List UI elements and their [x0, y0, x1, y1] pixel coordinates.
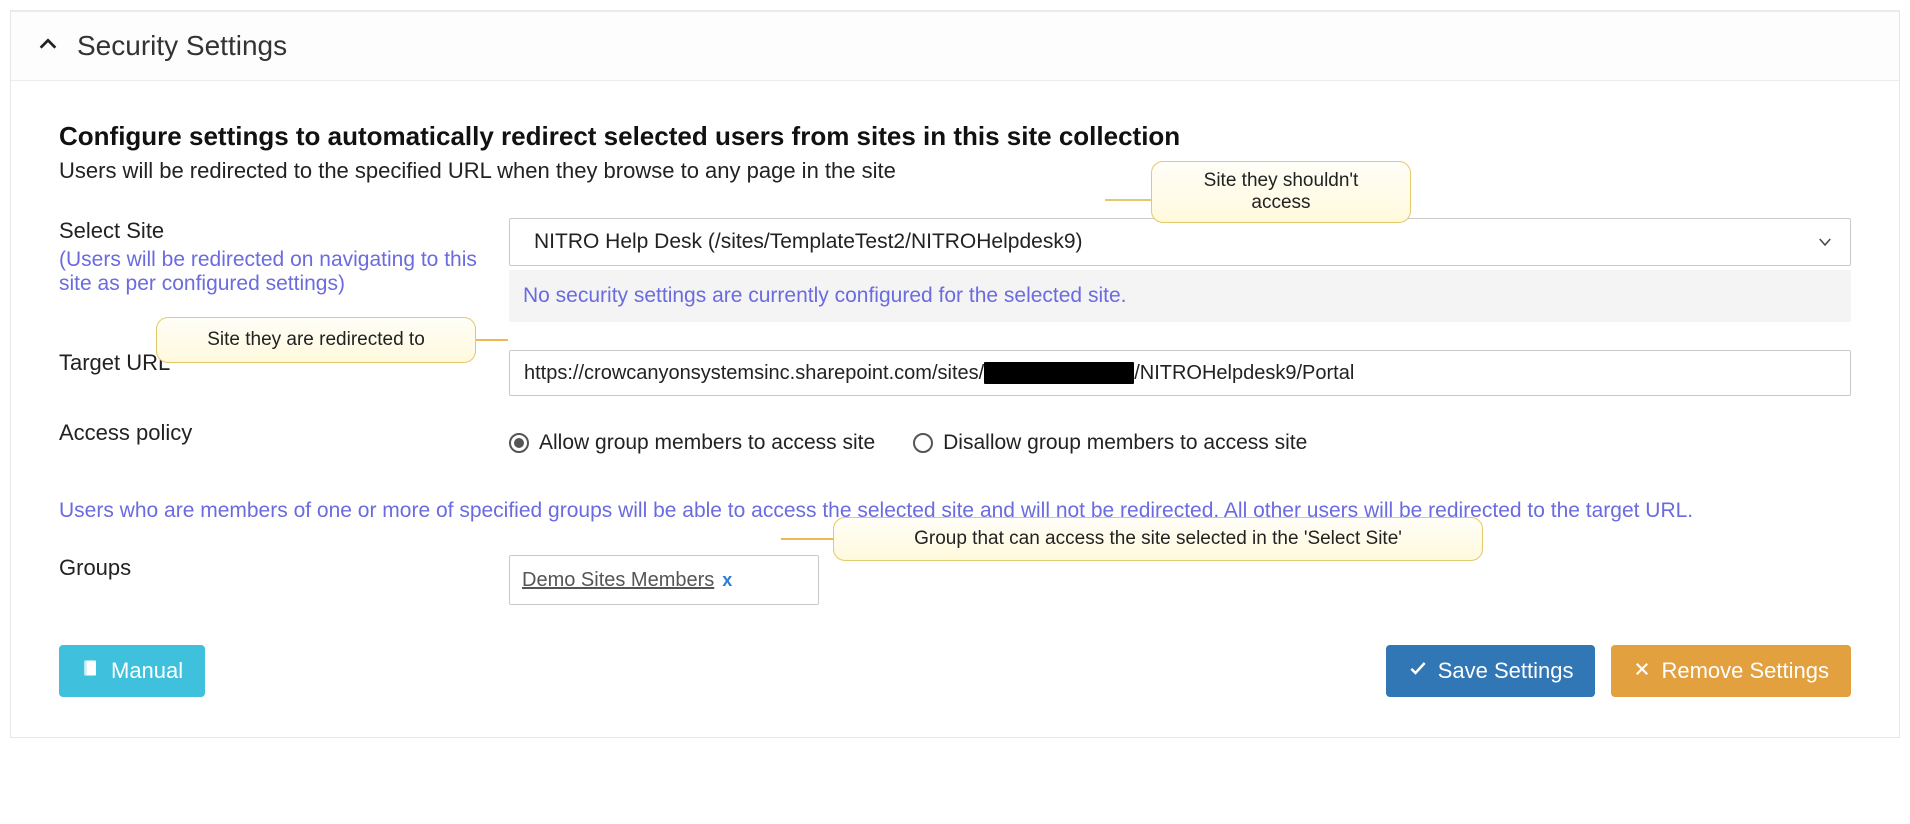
manual-button-label: Manual: [111, 658, 183, 684]
security-settings-panel: Security Settings Configure settings to …: [10, 10, 1900, 738]
target-url-redacted: [984, 362, 1134, 384]
save-button-label: Save Settings: [1438, 658, 1574, 684]
remove-group-icon[interactable]: x: [722, 570, 732, 591]
check-icon: [1408, 658, 1428, 684]
target-url-input[interactable]: https://crowcanyonsystemsinc.sharepoint.…: [509, 350, 1851, 396]
select-site-label: Select Site: [59, 218, 164, 243]
radio-icon: [509, 433, 529, 453]
chevron-down-icon: [1816, 233, 1834, 257]
panel-body: Configure settings to automatically redi…: [11, 81, 1899, 737]
radio-icon: [913, 433, 933, 453]
panel-header[interactable]: Security Settings: [11, 10, 1899, 81]
callout-redirected-to: Site they are redirected to: [156, 317, 476, 363]
close-icon: [1633, 658, 1651, 684]
section-subheading: Users will be redirected to the specifie…: [59, 158, 1851, 184]
site-status-message: No security settings are currently confi…: [509, 270, 1851, 322]
callout-line: [1105, 199, 1151, 201]
panel-title: Security Settings: [77, 30, 287, 62]
groups-label: Groups: [59, 555, 131, 580]
select-site-dropdown[interactable]: NITRO Help Desk (/sites/TemplateTest2/NI…: [509, 218, 1851, 266]
remove-button-label: Remove Settings: [1661, 658, 1829, 684]
radio-allow[interactable]: Allow group members to access site: [509, 431, 875, 455]
callout-line: [781, 538, 833, 540]
select-site-help: (Users will be redirected on navigating …: [59, 248, 509, 296]
group-chip[interactable]: Demo Sites Members: [522, 569, 714, 592]
radio-allow-label: Allow group members to access site: [539, 431, 875, 455]
section-heading: Configure settings to automatically redi…: [59, 121, 1851, 152]
target-url-label: Target URL: [59, 350, 170, 375]
book-icon: [81, 658, 101, 684]
target-url-suffix: /NITROHelpdesk9/Portal: [1134, 362, 1354, 385]
radio-disallow[interactable]: Disallow group members to access site: [913, 431, 1307, 455]
callout-site-no-access: Site they shouldn't access: [1151, 161, 1411, 223]
radio-disallow-label: Disallow group members to access site: [943, 431, 1307, 455]
groups-input[interactable]: Demo Sites Members x: [509, 555, 819, 605]
access-policy-label: Access policy: [59, 420, 192, 445]
callout-group-access: Group that can access the site selected …: [833, 517, 1483, 561]
save-settings-button[interactable]: Save Settings: [1386, 645, 1596, 697]
manual-button[interactable]: Manual: [59, 645, 205, 697]
remove-settings-button[interactable]: Remove Settings: [1611, 645, 1851, 697]
select-site-value: NITRO Help Desk (/sites/TemplateTest2/NI…: [534, 230, 1083, 254]
target-url-prefix: https://crowcanyonsystemsinc.sharepoint.…: [524, 362, 984, 385]
callout-line: [476, 339, 508, 341]
chevron-up-icon: [37, 33, 59, 60]
